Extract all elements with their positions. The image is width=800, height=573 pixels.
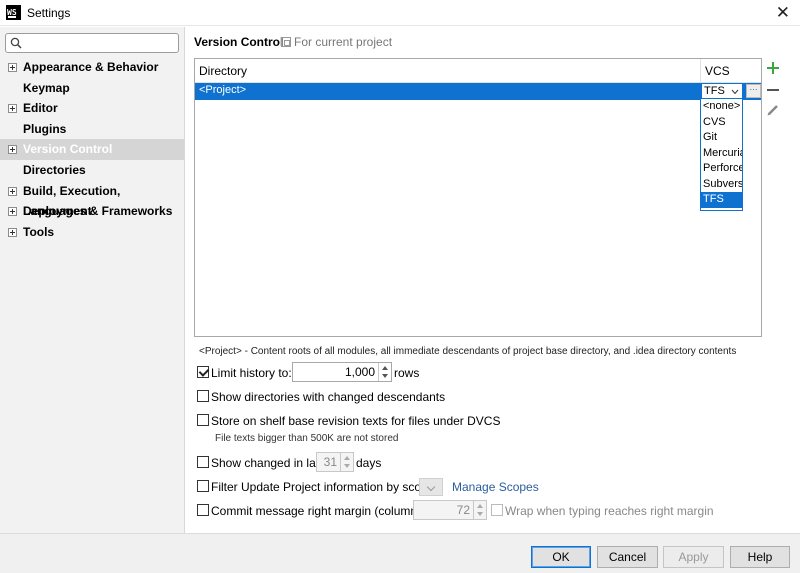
filter-update-label: Filter Update Project information by sco… <box>211 480 435 494</box>
sidebar-item-languages-frameworks[interactable]: Languages & Frameworks <box>0 201 184 222</box>
limit-history-label: Limit history to: <box>211 366 292 380</box>
search-icon <box>10 37 22 49</box>
spinner-down-icon[interactable] <box>344 464 350 468</box>
expand-icon[interactable] <box>8 207 17 217</box>
dropdown-option[interactable]: <none> <box>701 99 742 115</box>
dropdown-option[interactable]: Git <box>701 130 742 146</box>
sidebar-item-tools[interactable]: Tools <box>0 222 184 243</box>
history-limit-value: 1,000 <box>344 365 375 379</box>
sidebar-item-label: Version Control <box>23 142 113 157</box>
webstorm-app-icon: WS <box>6 5 21 20</box>
project-scope-icon <box>281 37 291 47</box>
browse-button[interactable]: ··· <box>746 84 761 98</box>
window-title: Settings <box>27 6 71 20</box>
margin-value: 72 <box>456 503 470 517</box>
table-row[interactable]: <Project> <box>195 83 761 100</box>
expand-icon[interactable] <box>8 63 17 72</box>
sidebar-item-keymap[interactable]: Keymap <box>0 78 184 99</box>
search-field[interactable] <box>5 33 179 53</box>
show-changed-dirs-label: Show directories with changed descendant… <box>211 390 446 404</box>
history-limit-spinner[interactable]: 1,000 <box>292 362 392 382</box>
dropdown-option-selected[interactable]: TFS <box>701 192 742 208</box>
sidebar-item-appearance-behavior[interactable]: Appearance & Behavior <box>0 57 184 78</box>
help-button[interactable]: Help <box>730 546 790 568</box>
dropdown-option[interactable]: CVS <box>701 115 742 131</box>
rows-label: rows <box>394 366 420 380</box>
directory-cell: <Project> <box>199 84 247 96</box>
sidebar-item-editor[interactable]: Editor <box>0 98 184 119</box>
show-changed-last-label: Show changed in last <box>211 456 326 470</box>
wrap-margin-label: Wrap when typing reaches right margin <box>505 504 714 518</box>
days-value: 31 <box>323 455 337 469</box>
sidebar-item-label: Directories <box>23 162 86 177</box>
show-changed-last-checkbox[interactable] <box>197 456 209 468</box>
spinner-buttons[interactable] <box>378 363 391 381</box>
sidebar-item-label: Keymap <box>23 80 70 95</box>
scope-select[interactable] <box>419 478 443 496</box>
chevron-down-icon <box>731 89 739 95</box>
page-title: Version Control <box>194 35 284 49</box>
sidebar-item-label: Languages & Frameworks <box>23 204 173 219</box>
sidebar-item-version-control[interactable]: Version Control <box>0 139 184 160</box>
sidebar-item-label: Tools <box>23 224 55 239</box>
edit-pencil-icon[interactable] <box>766 103 780 117</box>
sidebar-item-label: Appearance & Behavior <box>23 60 159 74</box>
dropdown-option[interactable]: Perforce <box>701 161 742 177</box>
store-shelf-checkbox[interactable] <box>197 414 209 426</box>
dropdown-option[interactable]: Mercurial <box>701 146 742 162</box>
remove-icon[interactable] <box>767 89 779 91</box>
filter-update-checkbox[interactable] <box>197 480 209 492</box>
add-icon[interactable] <box>766 61 780 75</box>
close-icon[interactable]: ✕ <box>776 3 790 23</box>
settings-tree: Appearance & Behavior Keymap Editor Plug… <box>0 57 184 242</box>
apply-button[interactable]: Apply <box>663 546 724 568</box>
spinner-down-icon[interactable] <box>382 374 388 378</box>
spinner-up-icon[interactable] <box>477 504 483 508</box>
commit-margin-label: Commit message right margin (columns): <box>211 504 431 518</box>
spinner-up-icon[interactable] <box>344 456 350 460</box>
settings-sidebar: Appearance & Behavior Keymap Editor Plug… <box>0 27 185 533</box>
scope-label: For current project <box>294 35 393 49</box>
days-spinner[interactable]: 31 <box>316 452 354 472</box>
sidebar-item-label: Plugins <box>23 121 67 136</box>
store-shelf-note: File texts bigger than 500K are not stor… <box>215 433 399 444</box>
title-bar: WS Settings ✕ <box>0 0 800 26</box>
show-changed-dirs-checkbox[interactable] <box>197 390 209 402</box>
dropdown-option[interactable]: Subversion <box>701 177 742 193</box>
spinner-down-icon[interactable] <box>477 512 483 516</box>
spinner-buttons[interactable] <box>340 453 353 471</box>
sidebar-item-plugins[interactable]: Plugins <box>0 119 184 140</box>
expand-icon[interactable] <box>8 145 17 155</box>
commit-margin-checkbox[interactable] <box>197 504 209 516</box>
wrap-margin-checkbox[interactable] <box>491 504 503 516</box>
expand-icon[interactable] <box>8 227 17 237</box>
search-input[interactable] <box>28 35 176 51</box>
ok-button[interactable]: OK <box>531 546 591 568</box>
margin-spinner[interactable]: 72 <box>413 500 487 520</box>
project-description: <Project> - Content roots of all modules… <box>199 346 737 357</box>
spinner-up-icon[interactable] <box>382 366 388 370</box>
expand-icon[interactable] <box>8 104 17 114</box>
limit-history-checkbox[interactable] <box>197 366 209 378</box>
column-header-directory[interactable]: Directory <box>195 59 701 83</box>
cancel-button[interactable]: Cancel <box>597 546 658 568</box>
vcs-dropdown-list[interactable]: <none> CVS Git Mercurial Perforce Subver… <box>700 98 743 211</box>
vcs-select-value: TFS <box>704 85 725 97</box>
sidebar-item-label: Editor <box>23 101 58 116</box>
sidebar-item-directories[interactable]: Directories <box>0 160 184 181</box>
column-header-vcs[interactable]: VCS <box>701 59 761 83</box>
days-label: days <box>356 456 382 470</box>
vcs-mappings-table[interactable]: Directory VCS <Project> TFS ··· <box>194 58 762 337</box>
sidebar-item-build-execution-deployment[interactable]: Build, Execution, Deployment <box>0 181 184 218</box>
spinner-buttons[interactable] <box>473 501 486 519</box>
store-shelf-label: Store on shelf base revision texts for f… <box>211 414 501 428</box>
expand-icon[interactable] <box>8 186 17 196</box>
manage-scopes-link[interactable]: Manage Scopes <box>452 480 539 494</box>
